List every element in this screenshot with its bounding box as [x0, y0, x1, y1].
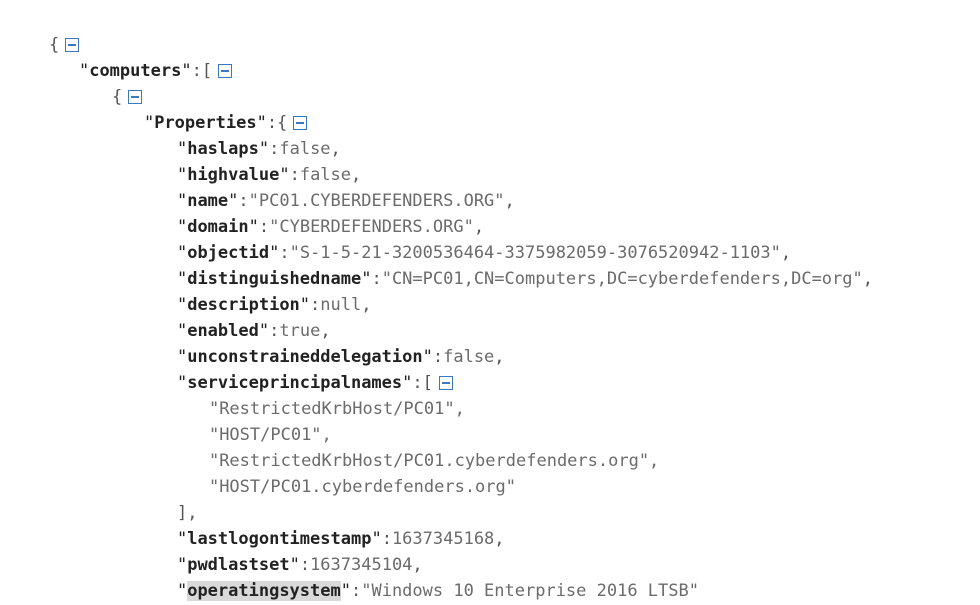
json-viewer: { "computers":[ { "Properties":{ "haslap…	[0, 0, 980, 605]
json-line-spn-item: "RestrictedKrbHost/PC01.cyberdefenders.o…	[168, 422, 659, 471]
json-line-description: "description":null,	[176, 295, 372, 315]
json-line-spn-item: "HOST/PC01",	[168, 396, 332, 445]
json-line-computers: "computers":[	[38, 32, 233, 81]
json-array-value: "HOST/PC01.cyberdefenders.org"	[208, 477, 516, 497]
json-line-unconstraineddelegation: "unconstraineddelegation":false,	[176, 347, 505, 367]
json-line-spn-item: "RestrictedKrbHost/PC01",	[168, 370, 465, 419]
json-line-root-open: {	[8, 6, 80, 55]
json-line-name: "name":"PC01.CYBERDEFENDERS.ORG",	[176, 191, 515, 211]
json-line-pwdlastset: "pwdlastset":1637345104,	[176, 555, 423, 575]
json-value: "Windows 10 Enterprise 2016 LTSB"	[361, 581, 699, 601]
json-line-serviceprincipalnames: "serviceprincipalnames":[	[136, 344, 453, 393]
json-line-properties-close: },	[103, 578, 164, 604]
collapse-icon[interactable]	[218, 64, 233, 78]
json-line-haslaps: "haslaps":false,	[176, 139, 341, 159]
json-line-objectid: "objectid":"S-1-5-21-3200536464-33759820…	[176, 243, 792, 263]
json-line-properties: "Properties":{	[103, 84, 308, 133]
json-line-spn-item: "HOST/PC01.cyberdefenders.org"	[168, 448, 516, 497]
json-line-distinguishedname: "distinguishedname":"CN=PC01,CN=Computer…	[176, 269, 873, 289]
json-line-array-close: ],	[176, 503, 198, 523]
json-line-object-open: {	[71, 58, 143, 107]
json-line-lastlogontimestamp: "lastlogontimestamp":1637345168,	[176, 529, 505, 549]
json-line-domain: "domain":"CYBERDEFENDERS.ORG",	[176, 217, 485, 237]
json-line-enabled: "enabled":true,	[176, 321, 331, 341]
json-line-highvalue: "highvalue":false,	[176, 165, 362, 185]
json-value: "CN=PC01,CN=Computers,DC=cyberdefenders,…	[381, 269, 863, 289]
json-key-highlighted: operatingsystem	[187, 581, 341, 601]
json-line-operatingsystem: "operatingsystem":"Windows 10 Enterprise…	[176, 581, 699, 601]
